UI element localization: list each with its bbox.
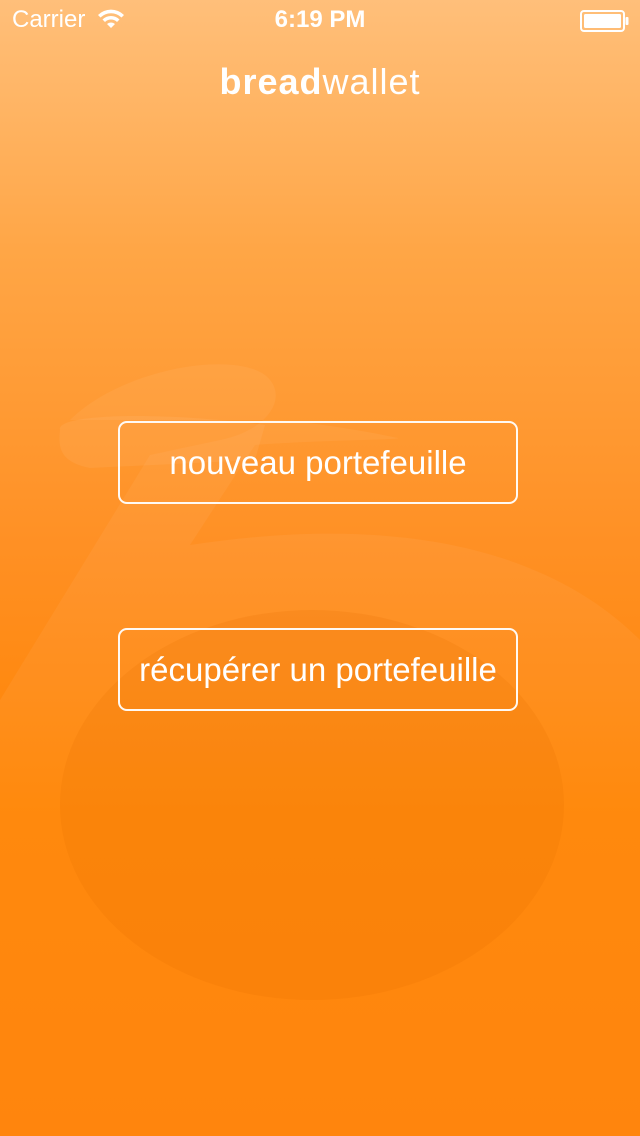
new-wallet-button[interactable]: nouveau portefeuille <box>118 421 518 504</box>
recover-wallet-button[interactable]: récupérer un portefeuille <box>118 628 518 711</box>
app-logo-title: breadwallet <box>0 62 640 102</box>
new-wallet-button-label: nouveau portefeuille <box>169 443 467 481</box>
welcome-screen: Carrier 6:19 PM breadwallet nouveau port… <box>0 0 640 1136</box>
background-logo-icon <box>0 364 640 1136</box>
battery-icon <box>580 10 629 32</box>
recover-wallet-button-label: récupérer un portefeuille <box>139 650 497 688</box>
app-title-light: wallet <box>322 61 421 102</box>
status-time: 6:19 PM <box>274 6 366 33</box>
status-bar: Carrier 6:19 PM <box>0 0 640 40</box>
app-title-bold: bread <box>219 61 323 102</box>
